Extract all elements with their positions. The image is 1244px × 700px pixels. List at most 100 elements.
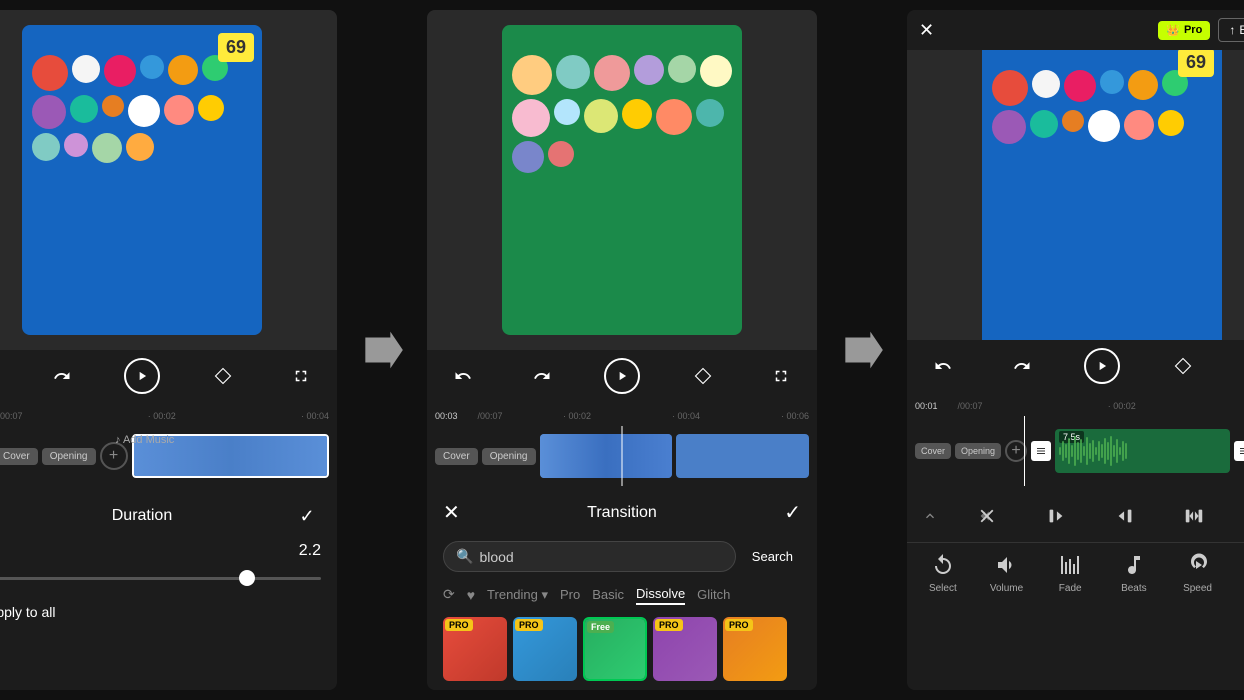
keyframe-btn-3[interactable] bbox=[1167, 350, 1199, 382]
basket-image-1: 69 bbox=[22, 25, 262, 335]
export-label: Export bbox=[1239, 23, 1244, 37]
transition-title: Transition bbox=[587, 504, 657, 522]
editor-close-btn[interactable]: ✕ bbox=[919, 20, 934, 41]
filter-tabs: ⟳ ♥ Trending ▾ Pro Basic Dissolve Glitch bbox=[427, 578, 817, 611]
transition-confirm-btn[interactable]: ✓ bbox=[784, 500, 801, 525]
transition-marker-2[interactable] bbox=[1234, 441, 1244, 461]
duration-title: Duration bbox=[112, 507, 172, 525]
pro-tab[interactable]: Pro bbox=[560, 585, 580, 604]
transition-clip-3-selected[interactable]: Free bbox=[583, 617, 647, 681]
redo-btn-2[interactable] bbox=[526, 360, 558, 392]
audio-waveform-track[interactable]: 7.5s bbox=[1055, 429, 1230, 473]
trim-right-btn[interactable] bbox=[1105, 498, 1145, 534]
add-music-label[interactable]: ♪ Add Music bbox=[115, 434, 174, 446]
basic-tab[interactable]: Basic bbox=[592, 585, 624, 604]
volume-icon bbox=[993, 551, 1021, 579]
play-btn-1[interactable] bbox=[124, 358, 160, 394]
pro-badge-2: PRO bbox=[515, 619, 543, 631]
transition-close-btn[interactable]: ✕ bbox=[443, 500, 460, 525]
apply-all-row-1[interactable]: Apply to all bbox=[0, 604, 321, 620]
clip-opening-2: Opening bbox=[482, 448, 536, 465]
duration-panel: 69 bbox=[0, 10, 337, 690]
history-icon[interactable]: ⟳ bbox=[443, 586, 455, 603]
fade-label: Fade bbox=[1059, 583, 1082, 594]
transition-bottom: ✕ Transition ✓ 🔍 Search ⟳ ♥ Trending ▾ P… bbox=[427, 490, 817, 690]
video-preview-1: 69 bbox=[0, 10, 337, 350]
transition-clip-2[interactable]: PRO bbox=[513, 617, 577, 681]
search-input[interactable] bbox=[479, 549, 722, 565]
keyframe-btn-2[interactable] bbox=[687, 360, 719, 392]
transition-panel: 00:03 /00:07 · 00:02 · 00:04 · 00:06 Cov… bbox=[427, 10, 817, 690]
beats-icon bbox=[1120, 551, 1148, 579]
playback-controls-1 bbox=[0, 350, 337, 402]
video-preview-3: 69 bbox=[907, 50, 1244, 340]
waveform bbox=[1055, 429, 1230, 473]
search-button[interactable]: Search bbox=[744, 545, 801, 568]
slider-thumb[interactable] bbox=[239, 570, 255, 586]
trending-tab[interactable]: Trending ▾ bbox=[487, 585, 548, 605]
add-clip-btn[interactable]: + bbox=[100, 442, 128, 470]
export-btn[interactable]: ↑ Export bbox=[1218, 18, 1244, 42]
basket-image-2 bbox=[502, 25, 742, 335]
playhead-3 bbox=[1024, 416, 1025, 486]
glitch-tab[interactable]: Glitch bbox=[697, 585, 730, 604]
play-btn-2[interactable] bbox=[604, 358, 640, 394]
speed-label: Speed bbox=[1183, 583, 1212, 594]
apply-all-label-1: Apply to all bbox=[0, 604, 55, 620]
beats-tool[interactable]: Beats bbox=[1102, 551, 1166, 594]
time-marker-2: · 00:02 bbox=[148, 411, 176, 421]
playback-controls-3 bbox=[907, 340, 1244, 392]
select-icon bbox=[929, 551, 957, 579]
transition-marker-1[interactable] bbox=[1031, 441, 1051, 461]
search-icon: 🔍 bbox=[456, 548, 473, 565]
pro-badge-3: PRO bbox=[655, 619, 683, 631]
toys-container-3 bbox=[992, 70, 1212, 340]
timeline-ruler-1: 00:00 /00:07 · 00:02 · 00:04 bbox=[0, 406, 337, 426]
duration-slider[interactable] bbox=[0, 568, 321, 588]
bottom-tools: Select Volume Fade bbox=[907, 490, 1244, 690]
select-tool[interactable]: Select bbox=[911, 551, 975, 594]
redo-btn-1[interactable] bbox=[46, 360, 78, 392]
timeline-ruler-2: 00:03 /00:07 · 00:02 · 00:04 · 00:06 bbox=[427, 406, 817, 426]
timeline-tracks-3: Cover Opening + 7.5s bbox=[907, 416, 1244, 486]
play-btn-3[interactable] bbox=[1084, 348, 1120, 384]
clip-cover-2: Cover bbox=[435, 448, 478, 465]
price-tag-3: 69 bbox=[1178, 50, 1214, 77]
toys-container-2 bbox=[512, 55, 732, 325]
slider-track[interactable] bbox=[0, 577, 321, 580]
time-total: /00:07 bbox=[0, 411, 23, 421]
keyframe-btn-1[interactable] bbox=[207, 360, 239, 392]
clip-opening-3: Opening bbox=[955, 443, 1001, 459]
fade-tool[interactable]: Fade bbox=[1038, 551, 1102, 594]
transition-clip-4[interactable]: PRO bbox=[653, 617, 717, 681]
video-preview-2 bbox=[427, 10, 817, 350]
price-tag-1: 69 bbox=[218, 33, 254, 62]
split-tool-btn[interactable] bbox=[967, 498, 1007, 534]
duration-value: 2.2 bbox=[0, 542, 321, 560]
voiceover-tool[interactable]: Vo... bbox=[1229, 551, 1244, 594]
undo-btn-2[interactable] bbox=[447, 360, 479, 392]
fullscreen-btn-1[interactable] bbox=[285, 360, 317, 392]
duration-confirm-btn[interactable]: ✓ bbox=[293, 502, 321, 530]
search-box[interactable]: 🔍 bbox=[443, 541, 736, 572]
redo-btn-3[interactable] bbox=[1006, 350, 1038, 382]
clip-strip-2[interactable] bbox=[540, 434, 673, 478]
tools-row-2: Select Volume Fade bbox=[907, 543, 1244, 602]
undo-btn-3[interactable] bbox=[927, 350, 959, 382]
timeline-tracks-1: 🔊 Cover Opening + ♪ Add Music bbox=[0, 426, 337, 486]
transition-clip-1[interactable]: PRO bbox=[443, 617, 507, 681]
speed-tool[interactable]: Speed bbox=[1166, 551, 1230, 594]
fullscreen-btn-2[interactable] bbox=[765, 360, 797, 392]
dissolve-tab[interactable]: Dissolve bbox=[636, 584, 685, 605]
pro-badge-header[interactable]: 👑 Pro bbox=[1158, 21, 1210, 40]
clip-strip-3[interactable] bbox=[676, 434, 809, 478]
trim-left-btn[interactable] bbox=[1036, 498, 1076, 534]
time-total-2: /00:07 bbox=[478, 411, 503, 421]
expand-btn[interactable] bbox=[922, 508, 938, 524]
volume-tool[interactable]: Volume bbox=[975, 551, 1039, 594]
timeline-3: 00:01 /00:07 · 00:02 · 00:04 Cover Openi… bbox=[907, 392, 1244, 490]
favorites-icon[interactable]: ♥ bbox=[467, 587, 475, 603]
transition-clip-5[interactable]: PRO bbox=[723, 617, 787, 681]
trim-both-btn[interactable] bbox=[1174, 498, 1214, 534]
search-row: 🔍 Search bbox=[427, 535, 817, 578]
